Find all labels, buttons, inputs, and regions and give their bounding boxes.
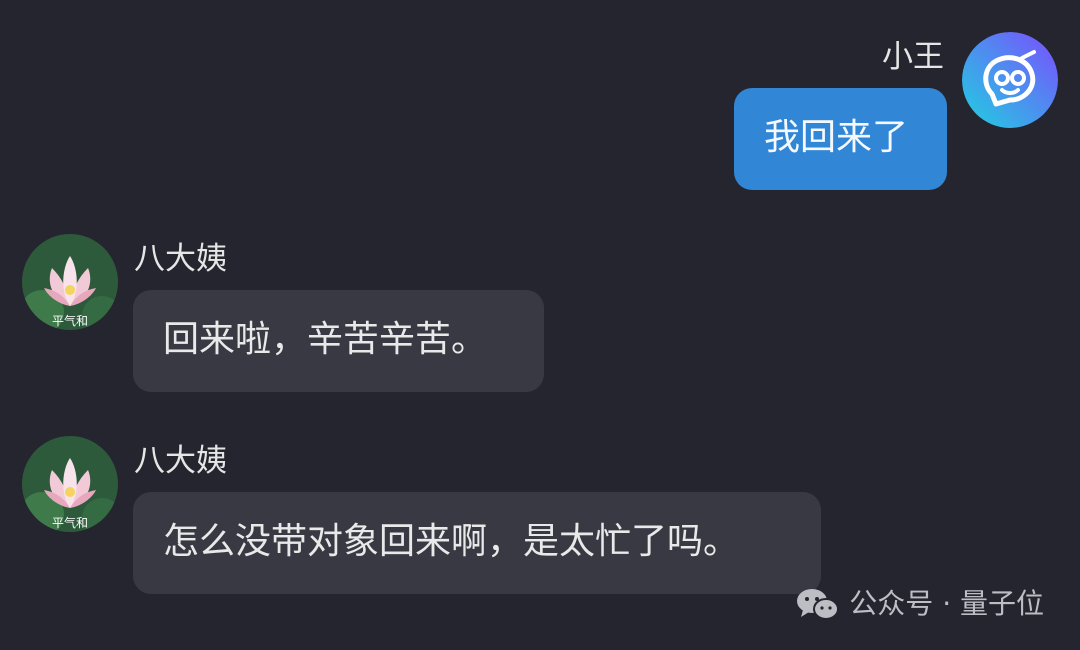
contact-avatar[interactable]: 平气和 [22, 234, 118, 330]
watermark: 公众号 · 量子位 [795, 586, 1044, 622]
message-bubble[interactable]: 我回来了 [734, 88, 947, 190]
lotus-flower-photo: 平气和 [22, 234, 118, 330]
watermark-text: 公众号 · 量子位 [849, 587, 1044, 620]
chat-screen: 小王 我回来了 平气和 八大姨 回来啦，辛苦辛苦。 平气和 八大姨 怎么没带对象… [0, 0, 1080, 650]
avatar-caption: 平气和 [52, 313, 88, 328]
avatar-caption: 平气和 [52, 515, 88, 530]
sender-name: 八大姨 [134, 443, 227, 479]
lotus-flower-photo: 平气和 [22, 436, 118, 532]
message-bubble[interactable]: 回来啦，辛苦辛苦。 [133, 290, 544, 392]
chat-bot-icon [962, 32, 1058, 128]
self-avatar[interactable] [962, 32, 1058, 128]
contact-avatar[interactable]: 平气和 [22, 436, 118, 532]
sender-name: 八大姨 [134, 241, 227, 277]
message-bubble[interactable]: 怎么没带对象回来啊，是太忙了吗。 [133, 492, 821, 594]
wechat-icon [797, 589, 840, 620]
sender-name: 小王 [882, 39, 944, 75]
